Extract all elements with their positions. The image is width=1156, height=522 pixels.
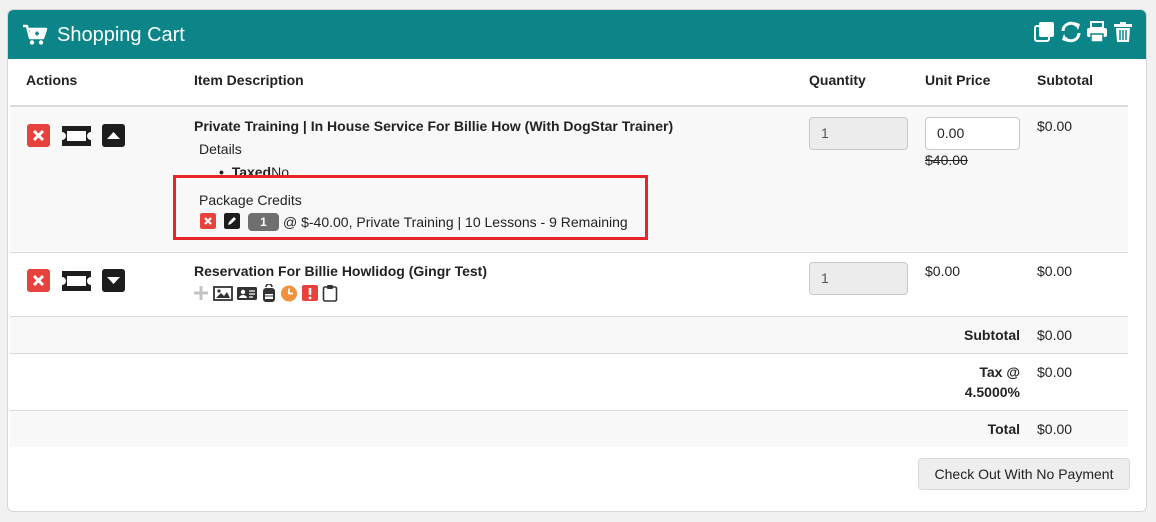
package-credits-label: Package Credits xyxy=(199,192,302,208)
column-header-quantity: Quantity xyxy=(809,72,866,88)
trash-icon[interactable] xyxy=(1112,21,1134,43)
unit-price-input[interactable]: 0.00 xyxy=(925,117,1020,150)
edit-credit-button[interactable] xyxy=(224,213,240,229)
details-label: Details xyxy=(199,141,242,157)
totals-subtotal-value: $0.00 xyxy=(1037,327,1073,343)
remove-credit-button[interactable] xyxy=(200,213,216,229)
refresh-icon[interactable] xyxy=(1060,21,1082,43)
credit-description: @ $-40.00, Private Training | 10 Lessons… xyxy=(283,214,628,230)
plus-icon[interactable] xyxy=(193,284,209,302)
remove-item-button[interactable] xyxy=(27,124,50,147)
quantity-input[interactable]: 1 xyxy=(809,262,908,295)
column-header-actions: Actions xyxy=(26,72,78,88)
header-toolbar xyxy=(1034,21,1134,43)
column-header-description: Item Description xyxy=(194,72,304,88)
alert-icon[interactable] xyxy=(302,284,318,302)
item-subtotal: $0.00 xyxy=(1037,263,1073,279)
copy-icon[interactable] xyxy=(1034,21,1056,43)
expand-arrow-button[interactable] xyxy=(102,269,125,292)
backpack-icon[interactable] xyxy=(261,284,277,302)
row-divider xyxy=(10,353,1128,354)
total-label: Total xyxy=(987,421,1020,437)
column-header-subtotal: Subtotal xyxy=(1037,72,1093,88)
quantity-input[interactable]: 1 xyxy=(809,117,908,150)
clipboard-icon[interactable] xyxy=(322,284,338,302)
item-subtotal: $0.00 xyxy=(1037,118,1073,134)
clock-icon[interactable] xyxy=(280,284,298,302)
ticket-icon[interactable] xyxy=(60,270,93,292)
totals-subtotal-label: Subtotal xyxy=(964,327,1020,343)
row-divider xyxy=(10,252,1128,253)
item-title: Reservation For Billie Howlidog (Gingr T… xyxy=(194,263,487,279)
total-value: $0.00 xyxy=(1037,421,1073,437)
tax-label-line2: 4.5000% xyxy=(964,384,1020,400)
cart-icon xyxy=(23,24,48,45)
item-unit-price: $0.00 xyxy=(925,263,961,279)
original-price: $40.00 xyxy=(925,152,968,168)
remove-item-button[interactable] xyxy=(27,269,50,292)
collapse-arrow-button[interactable] xyxy=(102,124,125,147)
print-icon[interactable] xyxy=(1086,21,1108,43)
page-title: Shopping Cart xyxy=(57,24,185,46)
tax-label-line1: Tax @ xyxy=(979,364,1020,380)
id-card-icon[interactable] xyxy=(236,284,258,302)
ticket-icon[interactable] xyxy=(60,125,93,147)
credit-count-badge: 1 xyxy=(248,213,279,231)
panel-header: Shopping Cart xyxy=(8,10,1146,59)
column-header-unit-price: Unit Price xyxy=(925,72,991,88)
checkout-button[interactable]: Check Out With No Payment xyxy=(918,458,1130,490)
image-icon[interactable] xyxy=(213,284,233,302)
item-title: Private Training | In House Service For … xyxy=(194,118,674,134)
tax-value: $0.00 xyxy=(1037,364,1073,380)
